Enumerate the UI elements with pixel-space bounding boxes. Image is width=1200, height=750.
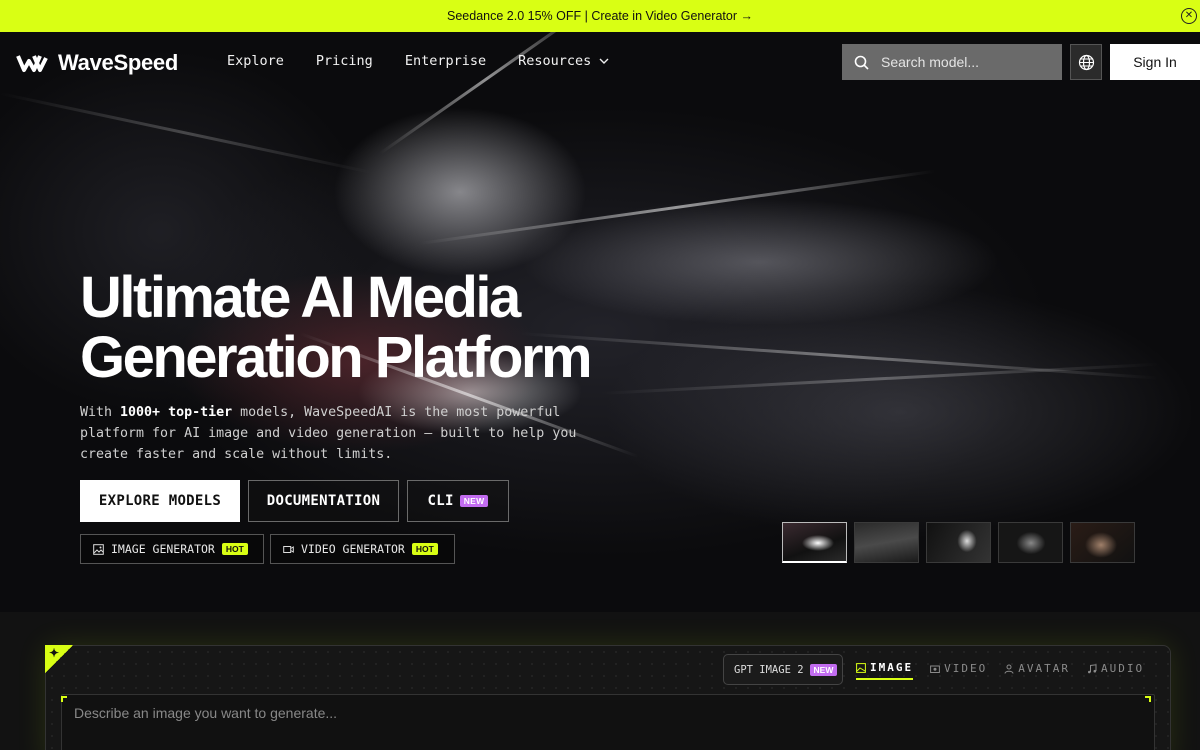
thumbnail-4[interactable] xyxy=(998,522,1063,563)
globe-icon xyxy=(1078,54,1094,70)
prompt-corner-bracket xyxy=(1145,696,1151,702)
search-input[interactable]: Search model... xyxy=(842,44,1062,80)
promo-text[interactable]: Seedance 2.0 15% OFF | Create in Video G… xyxy=(447,9,753,23)
nav-explore[interactable]: Explore xyxy=(227,53,284,69)
video-generator-link[interactable]: VIDEO GENERATOR HOT xyxy=(270,534,455,564)
tab-avatar-label: AVATAR xyxy=(1018,662,1070,675)
light-streak xyxy=(599,362,1160,395)
explore-models-button[interactable]: EXPLORE MODELS xyxy=(80,480,240,522)
user-icon xyxy=(1004,664,1014,674)
light-streak xyxy=(419,169,936,245)
sparkle-icon: ✦ xyxy=(49,646,60,660)
language-button[interactable] xyxy=(1070,44,1102,80)
model-label: GPT IMAGE 2 xyxy=(734,663,804,676)
prompt-input[interactable]: Describe an image you want to generate..… xyxy=(61,694,1155,750)
image-generator-link[interactable]: IMAGE GENERATOR HOT xyxy=(80,534,264,564)
documentation-button[interactable]: DOCUMENTATION xyxy=(248,480,399,522)
prompt-placeholder: Describe an image you want to generate..… xyxy=(74,705,338,721)
nav-pricing[interactable]: Pricing xyxy=(316,53,373,69)
thumbnail-5[interactable] xyxy=(1070,522,1135,563)
new-badge: NEW xyxy=(459,495,489,507)
hot-badge: HOT xyxy=(221,543,248,555)
model-selector[interactable]: GPT IMAGE 2 NEW xyxy=(723,654,843,685)
new-badge: NEW xyxy=(809,663,838,676)
image-icon xyxy=(93,543,104,555)
promo-banner[interactable]: Seedance 2.0 15% OFF | Create in Video G… xyxy=(0,0,1200,32)
tab-audio-label: AUDIO xyxy=(1101,662,1145,675)
logo-text: WaveSpeed xyxy=(58,50,178,75)
tab-video[interactable]: VIDEO xyxy=(930,661,987,680)
search-icon xyxy=(854,55,869,70)
hero-subtitle: With 1000+ top-tier models, WaveSpeedAI … xyxy=(80,402,600,465)
hero-title-line1: Ultimate AI Media xyxy=(80,265,521,330)
nav-links: Explore Pricing Enterprise Resources xyxy=(227,53,609,69)
hero-title: Ultimate AI Media Generation Platform xyxy=(80,265,593,390)
search-placeholder: Search model... xyxy=(881,54,980,70)
tab-image-label: IMAGE xyxy=(870,661,914,674)
logo[interactable]: WaveSpeed xyxy=(16,50,178,76)
video-camera-icon xyxy=(283,545,294,553)
cli-label: CLI xyxy=(427,493,454,509)
tab-image[interactable]: IMAGE xyxy=(856,661,914,680)
tab-video-label: VIDEO xyxy=(944,662,988,675)
wavespeed-logo-icon xyxy=(16,55,48,72)
cli-button[interactable]: CLI NEW xyxy=(407,480,509,522)
close-icon[interactable]: ✕ xyxy=(1181,8,1197,24)
thumbnail-2[interactable] xyxy=(854,522,919,563)
chevron-down-icon xyxy=(599,58,609,64)
sign-in-button[interactable]: Sign In xyxy=(1110,44,1200,80)
nav-resources[interactable]: Resources xyxy=(518,53,609,69)
tab-avatar[interactable]: AVATAR xyxy=(1004,661,1070,680)
top-nav: WaveSpeed Explore Pricing Enterprise Res… xyxy=(0,32,1200,92)
nav-resources-label: Resources xyxy=(518,53,592,69)
light-streak xyxy=(519,332,1159,380)
hero-subtitle-prefix: With xyxy=(80,405,121,420)
image-generator-label: IMAGE GENERATOR xyxy=(111,542,215,556)
video-camera-icon xyxy=(930,665,941,673)
hero-subtitle-bold: 1000+ top-tier xyxy=(120,405,233,420)
hero-title-line2: Generation Platform xyxy=(80,325,593,390)
media-tabs: IMAGE VIDEO AVATAR AUDIO xyxy=(856,661,1144,680)
hero-thumbnails xyxy=(782,522,1135,563)
hot-badge: HOT xyxy=(411,543,438,555)
thumbnail-3[interactable] xyxy=(926,522,991,563)
prompt-corner-bracket xyxy=(61,696,67,702)
music-note-icon xyxy=(1088,663,1097,673)
nav-enterprise[interactable]: Enterprise xyxy=(405,53,486,69)
video-generator-label: VIDEO GENERATOR xyxy=(301,542,405,556)
image-icon xyxy=(856,662,866,673)
light-streak xyxy=(0,92,373,174)
tab-audio[interactable]: AUDIO xyxy=(1087,661,1144,680)
thumbnail-1[interactable] xyxy=(782,522,847,563)
